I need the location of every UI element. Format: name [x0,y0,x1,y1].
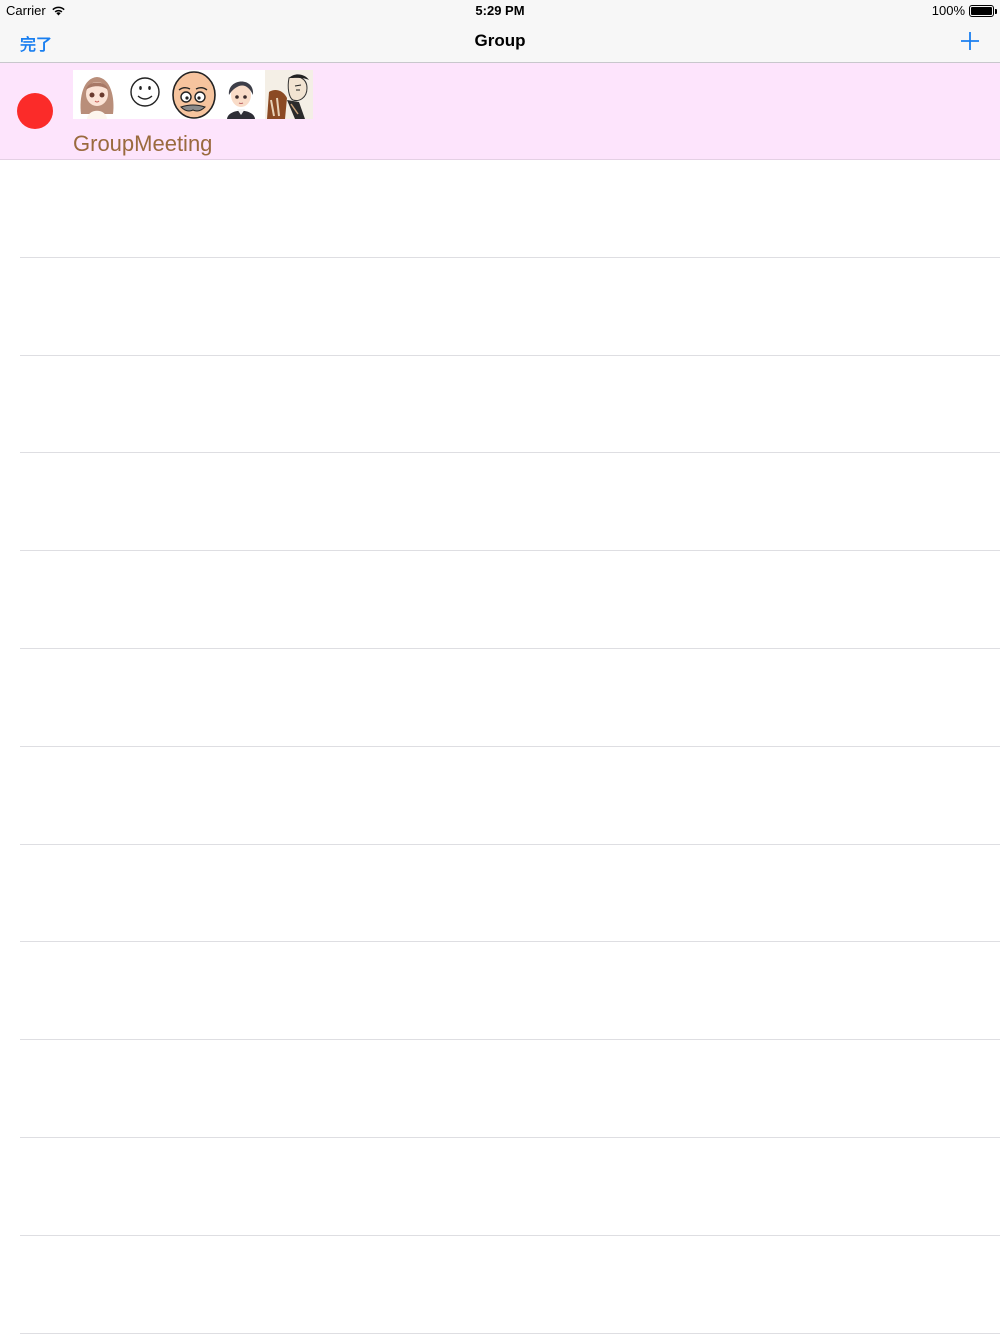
smiley-avatar [121,70,169,119]
empty-table-row [0,258,1000,356]
status-dot [17,93,53,129]
status-time: 5:29 PM [475,3,525,18]
empty-table-row [0,649,1000,747]
empty-table-row [0,1236,1000,1334]
group-row[interactable]: GroupMeeting [0,63,1000,160]
boy-avatar [217,70,265,119]
navigation-bar: 完了 Group [0,20,1000,63]
battery-icon [969,4,997,17]
page-title: Group [474,31,526,50]
status-bar: Carrier 5:29 PM 100% [0,0,1000,20]
empty-table-row [0,356,1000,454]
plus-icon[interactable] [958,29,982,53]
group-name: GroupMeeting [73,131,213,156]
ukiyoe-avatar [265,70,313,119]
group-list: GroupMeeting [0,63,1000,1334]
empty-table-row [0,845,1000,943]
empty-table-row [0,942,1000,1040]
empty-table-row [0,1040,1000,1138]
empty-table-row [0,747,1000,845]
bald-man-avatar [169,70,217,119]
member-avatars [73,70,313,119]
empty-table-row [0,551,1000,649]
empty-table-row [0,160,1000,258]
battery-percent: 100% [931,3,965,18]
empty-rows [0,160,1000,1334]
empty-table-row [0,453,1000,551]
battery-tip [995,8,997,14]
battery-fill [971,6,992,15]
girl-avatar [73,70,121,119]
empty-table-row [0,1138,1000,1236]
status-right: 100% [931,3,997,18]
